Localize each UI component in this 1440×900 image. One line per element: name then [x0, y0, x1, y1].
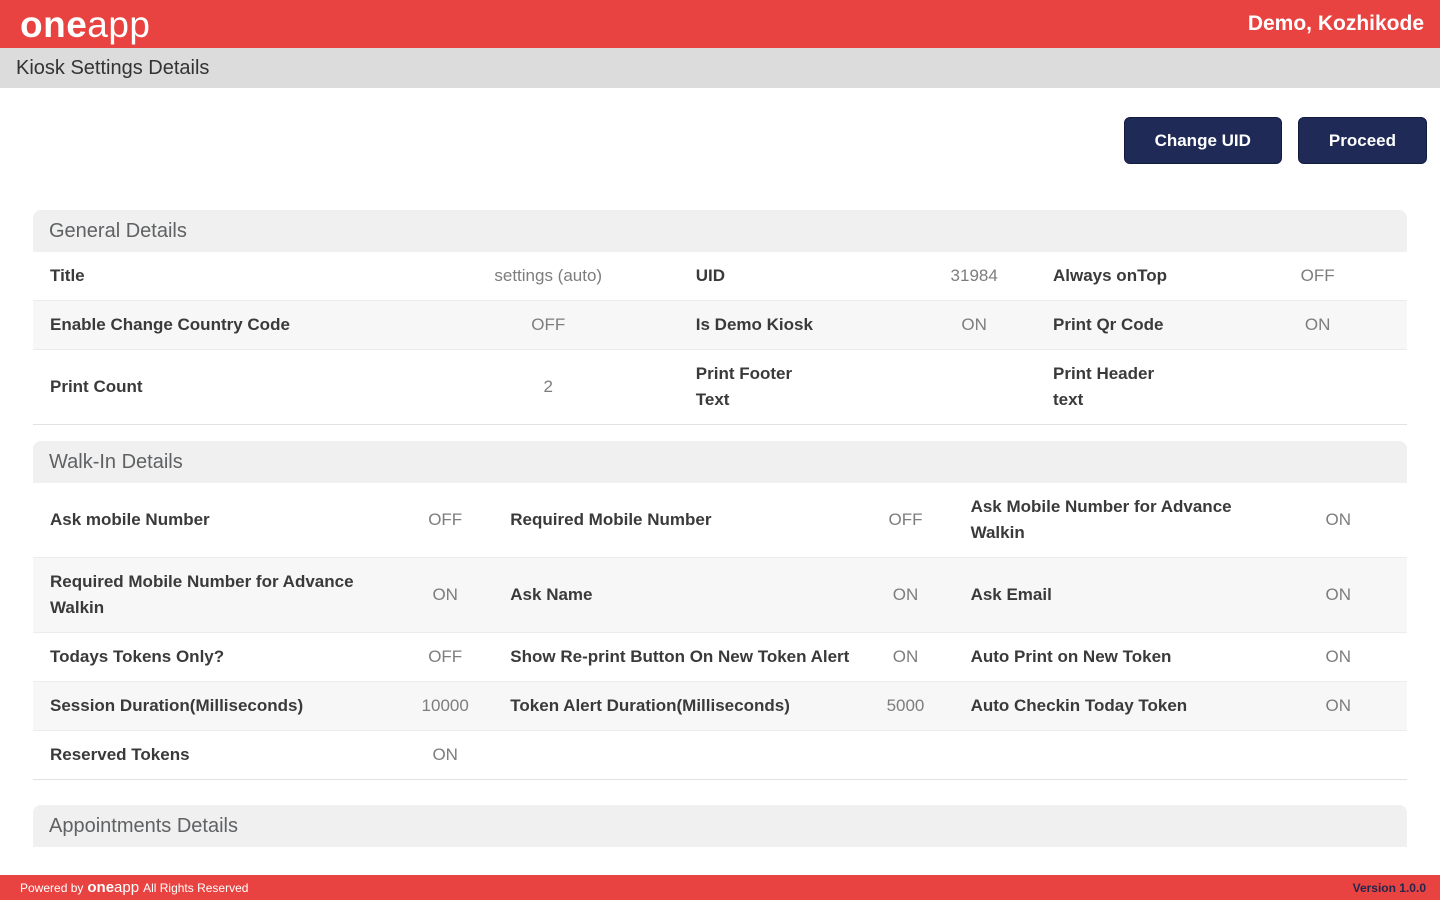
app-header: oneapp Demo, Kozhikode — [0, 0, 1440, 48]
settings-row: Title settings (auto) UID 31984 Always o… — [33, 252, 1407, 300]
field-value: ON — [892, 585, 919, 604]
field-label: Token Alert Duration(Milliseconds) — [510, 696, 790, 715]
field-label: Ask Mobile Number for Advance Walkin — [970, 497, 1232, 542]
general-details-card: General Details Title settings (auto) UI… — [33, 210, 1407, 425]
field-label: Show Re-print Button On New Token Alert — [510, 647, 850, 666]
field-label: Ask Email — [970, 585, 1052, 604]
field-value: ON — [432, 585, 458, 604]
appointments-details-card: Appointments Details — [33, 805, 1407, 847]
field-value: ON — [892, 647, 919, 666]
logo-one: one — [20, 3, 88, 45]
field-value: ON — [1325, 510, 1352, 529]
logo-app: app — [87, 3, 151, 45]
settings-row: Required Mobile Number for Advance Walki… — [33, 557, 1407, 632]
settings-row: Todays Tokens Only? OFF Show Re-print Bu… — [33, 632, 1407, 681]
field-value: 10000 — [421, 696, 469, 715]
field-value: ON — [1325, 647, 1352, 666]
settings-row: Ask mobile Number OFF Required Mobile Nu… — [33, 483, 1407, 557]
field-value: ON — [961, 315, 987, 334]
footer-oneapp-logo: oneapp — [87, 879, 140, 896]
field-label: Print Count — [50, 377, 143, 396]
field-label: Print Footer Text — [695, 364, 793, 409]
version-label: Version 1.0.0 — [1352, 880, 1426, 895]
field-label: Is Demo Kiosk — [695, 315, 813, 334]
field-label: Required Mobile Number — [510, 510, 712, 529]
field-label: Print Qr Code — [1053, 315, 1164, 334]
powered-by-text: Powered by — [20, 881, 84, 895]
walk-in-details-body: Ask mobile Number OFF Required Mobile Nu… — [33, 483, 1407, 780]
settings-row: Enable Change Country Code OFF Is Demo K… — [33, 300, 1407, 349]
field-value: OFF — [428, 647, 463, 666]
oneapp-logo: oneapp — [20, 6, 151, 43]
field-value: settings (auto) — [494, 266, 603, 285]
change-uid-button[interactable]: Change UID — [1123, 117, 1282, 164]
field-value: ON — [1325, 696, 1352, 715]
field-value: OFF — [888, 510, 923, 529]
footer-powered-by: Powered by oneapp All Rights Reserved — [20, 879, 248, 896]
walk-in-details-card: Walk-In Details Ask mobile Number OFF Re… — [33, 441, 1407, 780]
field-label: Auto Checkin Today Token — [970, 696, 1188, 715]
rights-text: All Rights Reserved — [143, 881, 249, 895]
field-label: Session Duration(Milliseconds) — [50, 696, 304, 715]
field-value: 31984 — [950, 266, 998, 285]
settings-row: Reserved Tokens ON — [33, 730, 1407, 779]
app-footer: Powered by oneapp All Rights Reserved Ve… — [0, 875, 1440, 900]
field-label: Auto Print on New Token — [970, 647, 1172, 666]
field-value: OFF — [428, 510, 463, 529]
field-label: Ask Name — [510, 585, 593, 604]
field-label: UID — [695, 266, 726, 285]
field-value: 2 — [543, 377, 553, 396]
field-label: Print Header text — [1053, 364, 1155, 409]
page-title: Kiosk Settings Details — [16, 56, 210, 79]
toolbar: Change UID Proceed — [0, 88, 1440, 164]
field-value: 5000 — [886, 696, 925, 715]
field-label: Ask mobile Number — [50, 510, 210, 529]
field-value: OFF — [1300, 266, 1335, 285]
settings-row: Session Duration(Milliseconds) 10000 Tok… — [33, 681, 1407, 730]
field-label: Required Mobile Number for Advance Walki… — [50, 572, 354, 617]
field-value: ON — [1304, 315, 1331, 334]
kiosk-settings-screen: oneapp Demo, Kozhikode Kiosk Settings De… — [0, 0, 1440, 900]
field-label: Reserved Tokens — [50, 745, 190, 764]
walk-in-details-title: Walk-In Details — [33, 441, 1407, 483]
proceed-button[interactable]: Proceed — [1297, 117, 1427, 164]
general-details-title: General Details — [33, 210, 1407, 252]
field-label: Enable Change Country Code — [50, 315, 290, 334]
appointments-details-title: Appointments Details — [33, 805, 1407, 847]
page-title-bar: Kiosk Settings Details — [0, 48, 1440, 88]
field-value: OFF — [531, 315, 566, 334]
field-label: Todays Tokens Only? — [50, 647, 225, 666]
settings-row: Print Count 2 Print Footer Text Print He… — [33, 349, 1407, 424]
general-details-body: Title settings (auto) UID 31984 Always o… — [33, 252, 1407, 425]
field-value: ON — [432, 745, 458, 764]
field-label: Title — [50, 266, 85, 285]
location-label: Demo, Kozhikode — [1247, 12, 1424, 35]
field-label: Always onTop — [1053, 266, 1167, 285]
field-value: ON — [1325, 585, 1352, 604]
